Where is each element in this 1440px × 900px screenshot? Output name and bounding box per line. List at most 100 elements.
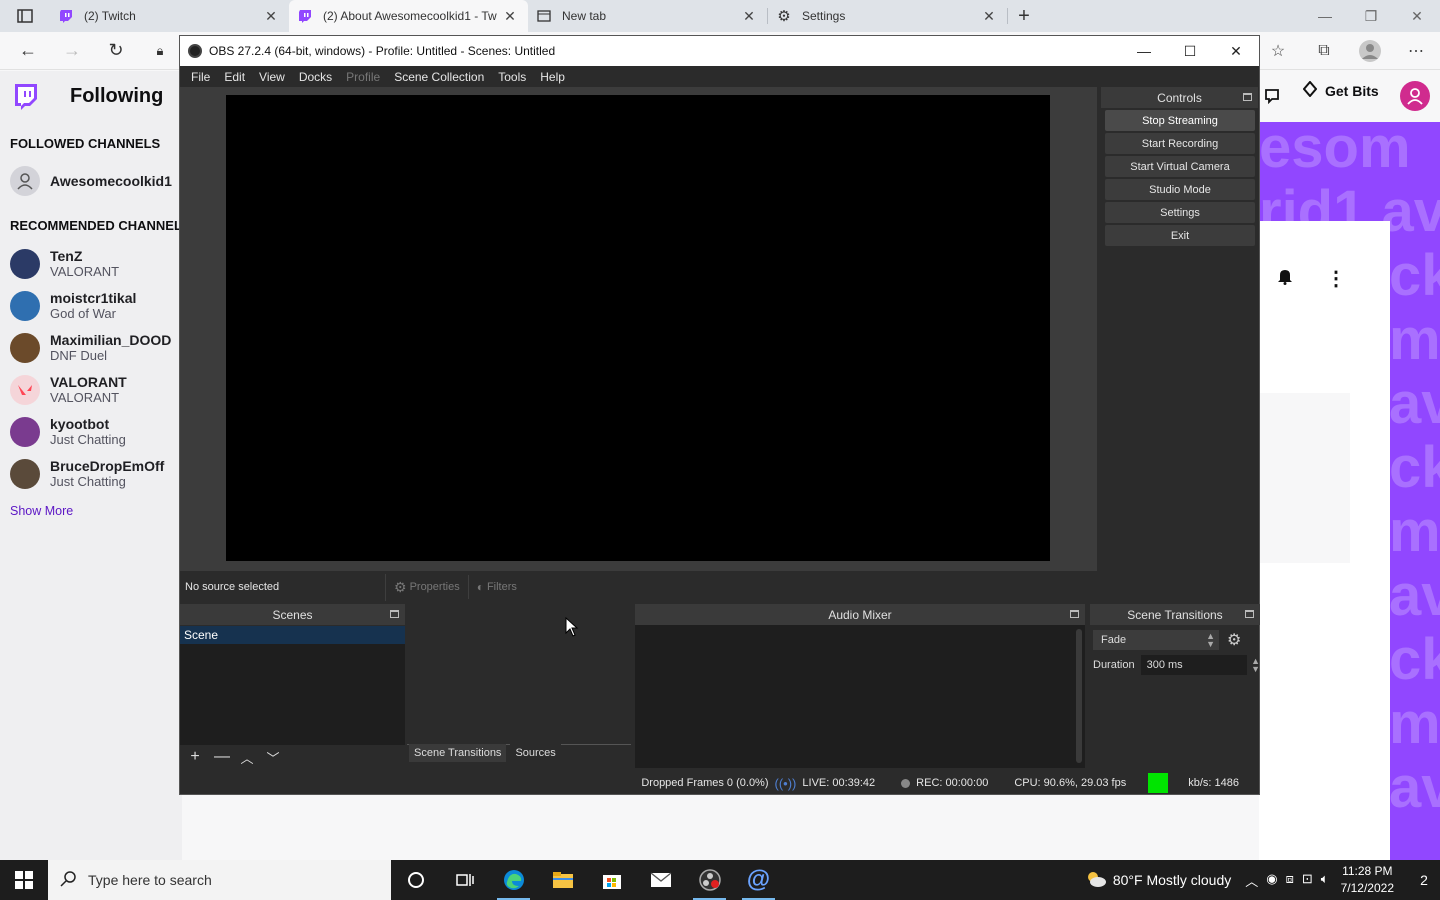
studio-mode-button[interactable]: Studio Mode xyxy=(1105,179,1255,200)
favorites-star-icon[interactable]: ☆ xyxy=(1264,37,1292,65)
notification-bell-icon[interactable] xyxy=(1276,267,1294,288)
more-vertical-icon[interactable]: ⋮ xyxy=(1326,266,1346,291)
close-tab-icon[interactable]: ✕ xyxy=(741,8,757,25)
duration-input[interactable]: 300 ms xyxy=(1140,655,1248,675)
microsoft-store-icon[interactable] xyxy=(587,860,636,900)
transition-select[interactable]: Fade ▲ ▼ xyxy=(1093,630,1219,650)
twitch-logo-icon[interactable] xyxy=(12,83,38,114)
network-error-icon[interactable]: ⧈ xyxy=(1286,871,1294,890)
banner-watermark-text: me xyxy=(1389,499,1440,564)
wifi-icon[interactable]: ⊡ xyxy=(1302,871,1313,890)
at-sign-app-icon[interactable]: @ xyxy=(734,860,783,900)
collections-icon[interactable]: ⧉ xyxy=(1310,37,1338,65)
following-title[interactable]: Following xyxy=(70,85,163,108)
recommended-channel-item[interactable]: TenZ VALORANT xyxy=(10,249,119,279)
new-tab-button[interactable]: + xyxy=(1008,0,1040,32)
minimize-icon[interactable]: — xyxy=(1121,36,1167,66)
mail-icon[interactable] xyxy=(636,860,685,900)
avatar xyxy=(10,166,40,196)
tab-twitch[interactable]: (2) Twitch ✕ xyxy=(50,0,289,32)
remove-icon[interactable]: — xyxy=(214,748,230,766)
move-down-icon[interactable]: ﹀ xyxy=(266,748,280,767)
search-icon xyxy=(60,870,76,890)
source-toolbar: No source selected ⚙ Properties ◐ Filters xyxy=(180,573,1097,601)
gear-icon[interactable]: ⚙ xyxy=(1227,630,1241,650)
menu-edit[interactable]: Edit xyxy=(217,70,252,84)
forward-arrow-icon[interactable]: → xyxy=(56,35,88,67)
stop-streaming-button[interactable]: Stop Streaming xyxy=(1105,110,1255,131)
spinner-icon[interactable]: ▲ ▼ xyxy=(1251,657,1260,674)
recommended-channel-item[interactable]: Maximilian_DOOD DNF Duel xyxy=(10,333,171,363)
audio-mixer-dock: Audio Mixer xyxy=(635,604,1085,768)
tab-sources[interactable]: Sources xyxy=(510,744,561,762)
taskbar-clock[interactable]: 11:28 PM 7/12/2022 xyxy=(1341,863,1394,897)
tab-about-awesomecoolkid1[interactable]: (2) About Awesomecoolkid1 - Tw ✕ xyxy=(289,0,528,32)
menu-profile[interactable]: Profile xyxy=(339,70,387,84)
recommended-channel-item[interactable]: kyootbot Just Chatting xyxy=(10,417,126,447)
close-tab-icon[interactable]: ✕ xyxy=(263,8,279,25)
whispers-icon[interactable] xyxy=(1264,88,1280,107)
tab-actions-icon[interactable] xyxy=(0,0,50,32)
file-explorer-icon[interactable] xyxy=(538,860,587,900)
browser-right-actions: ☆ ⧉ ⋯ xyxy=(1264,32,1430,70)
obs-taskbar-icon[interactable] xyxy=(685,860,734,900)
close-tab-icon[interactable]: ✕ xyxy=(502,8,518,25)
menu-scene-collection[interactable]: Scene Collection xyxy=(387,70,491,84)
obs-tray-icon[interactable]: ◉ xyxy=(1266,871,1277,890)
back-arrow-icon[interactable]: ← xyxy=(12,35,44,67)
tab-settings[interactable]: ⚙ Settings ✕ xyxy=(768,0,1007,32)
close-tab-icon[interactable]: ✕ xyxy=(981,8,997,25)
more-options-icon[interactable]: ⋯ xyxy=(1402,37,1430,65)
notification-center-icon[interactable]: 2 xyxy=(1408,872,1440,888)
close-icon[interactable]: ✕ xyxy=(1213,36,1259,66)
start-virtual-camera-button[interactable]: Start Virtual Camera xyxy=(1105,156,1255,177)
menu-file[interactable]: File xyxy=(184,70,217,84)
move-up-icon[interactable]: ︿ xyxy=(240,748,254,767)
maximize-icon[interactable]: ☐ xyxy=(1167,36,1213,66)
add-icon[interactable]: + xyxy=(188,748,202,766)
undock-icon[interactable] xyxy=(390,610,399,618)
scene-item[interactable]: Scene xyxy=(180,626,405,644)
settings-button[interactable]: Settings xyxy=(1105,202,1255,223)
menu-docks[interactable]: Docks xyxy=(292,70,339,84)
properties-button[interactable]: ⚙ Properties xyxy=(385,573,468,601)
undock-icon[interactable] xyxy=(1070,610,1079,618)
menu-help[interactable]: Help xyxy=(533,70,572,84)
tab-scene-transitions[interactable]: Scene Transitions xyxy=(409,744,507,762)
cortana-icon[interactable] xyxy=(391,860,440,900)
channel-name: TenZ xyxy=(50,248,83,264)
profile-icon[interactable] xyxy=(1356,37,1384,65)
recommended-channel-item[interactable]: moistcr1tikal God of War xyxy=(10,291,136,321)
taskbar-search-box[interactable]: Type here to search xyxy=(48,860,391,900)
start-recording-button[interactable]: Start Recording xyxy=(1105,133,1255,154)
tab-new-tab[interactable]: New tab ✕ xyxy=(528,0,767,32)
scrollbar[interactable] xyxy=(1076,629,1082,763)
tab-title: New tab xyxy=(562,9,607,23)
weather-widget[interactable]: 80°F Mostly cloudy xyxy=(1085,870,1231,891)
recommended-channel-item[interactable]: BruceDropEmOff Just Chatting xyxy=(10,459,164,489)
recommended-channel-item[interactable]: VALORANT VALORANT xyxy=(10,375,127,405)
edge-browser-icon[interactable] xyxy=(489,860,538,900)
restore-icon[interactable]: ❐ xyxy=(1348,0,1394,32)
show-more-link[interactable]: Show More xyxy=(10,504,73,518)
stream-preview[interactable] xyxy=(226,95,1050,561)
user-avatar[interactable] xyxy=(1400,81,1430,111)
get-bits-button[interactable]: Get Bits xyxy=(1302,80,1379,100)
minimize-icon[interactable]: — xyxy=(1302,0,1348,32)
refresh-icon[interactable]: ↻ xyxy=(100,35,132,67)
windows-start-icon[interactable] xyxy=(0,860,48,900)
exit-button[interactable]: Exit xyxy=(1105,225,1255,246)
menu-view[interactable]: View xyxy=(252,70,292,84)
controls-dock: Controls Stop Streaming Start Recording … xyxy=(1101,87,1258,603)
followed-channel-item[interactable]: Awesomecoolkid1 xyxy=(10,166,172,196)
lock-icon[interactable]: 🔒︎ xyxy=(144,35,176,67)
undock-icon[interactable] xyxy=(1245,610,1254,618)
close-icon[interactable]: ✕ xyxy=(1394,0,1440,32)
filters-button[interactable]: ◐ Filters xyxy=(467,575,525,599)
volume-muted-icon[interactable]: 🔈︎ xyxy=(1321,871,1329,890)
menu-tools[interactable]: Tools xyxy=(491,70,533,84)
scene-transitions-title: Scene Transitions xyxy=(1127,607,1223,622)
task-view-icon[interactable] xyxy=(440,860,489,900)
chevron-up-icon[interactable]: ︿ xyxy=(1245,871,1258,890)
undock-icon[interactable] xyxy=(1243,93,1252,101)
